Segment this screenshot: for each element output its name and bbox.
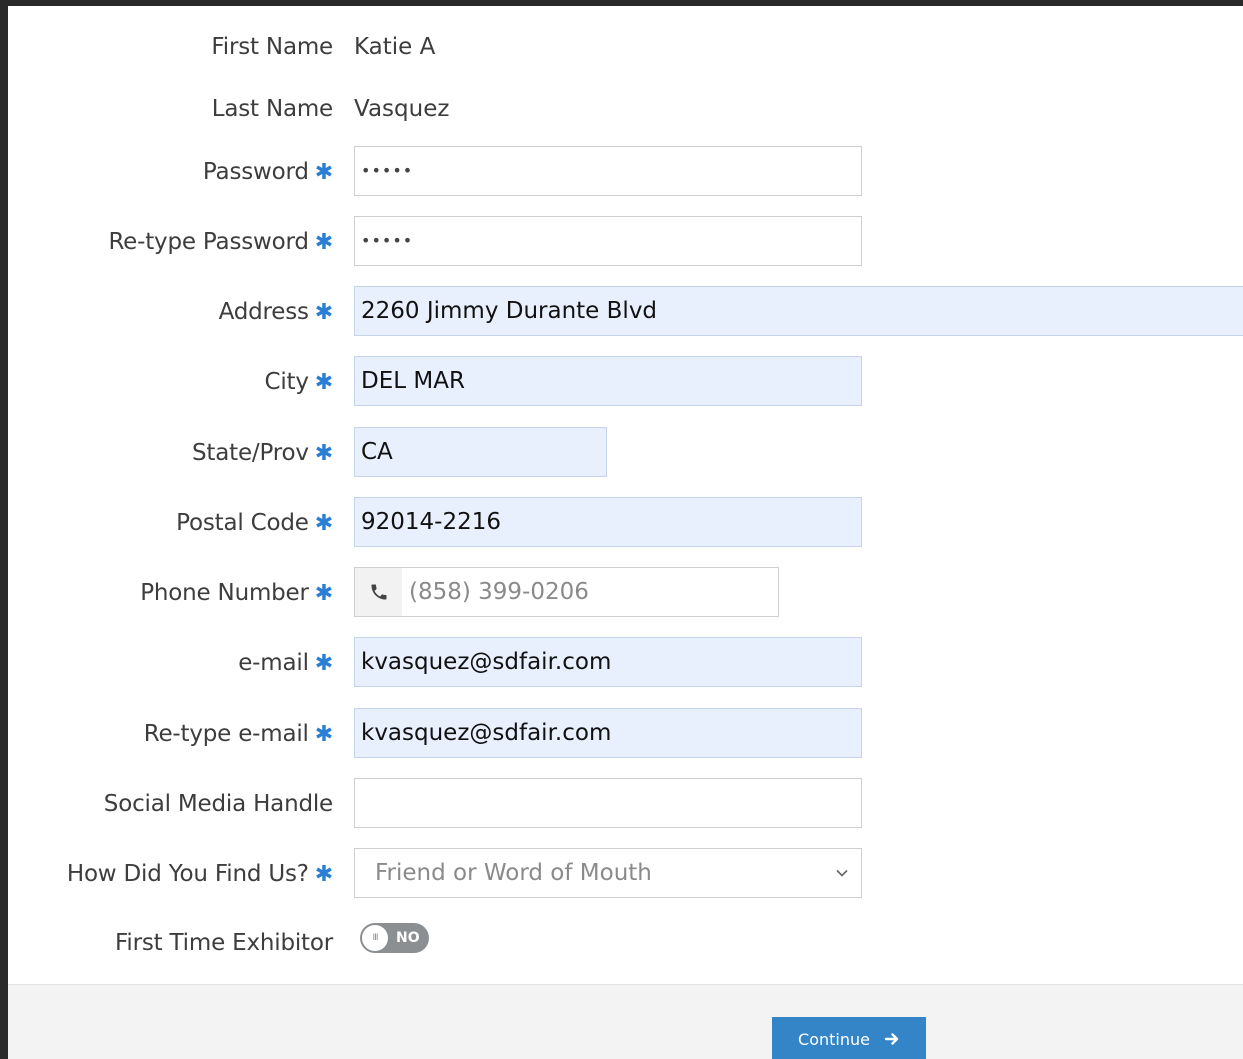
registration-form: First Name Katie A Last Name Vasquez Pas…: [8, 6, 1243, 1059]
row-find-us: How Did You Find Us? ✱ Friend or Word of …: [8, 848, 1243, 900]
required-icon: ✱: [314, 722, 333, 747]
find-us-label: How Did You Find Us? ✱: [66, 861, 333, 887]
city-label: City ✱: [264, 369, 333, 395]
retype-password-label: Re-type Password ✱: [108, 229, 333, 255]
state-label: State/Prov ✱: [192, 440, 333, 466]
required-icon: ✱: [314, 230, 333, 255]
address-input[interactable]: 2260 Jimmy Durante Blvd: [354, 286, 1243, 336]
social-input[interactable]: [354, 778, 862, 828]
required-icon: ✱: [314, 160, 333, 185]
phone-addon: [354, 567, 403, 617]
find-us-select[interactable]: Friend or Word of Mouth: [354, 848, 862, 898]
toggle-knob: III: [362, 925, 388, 951]
row-city: City ✱ DEL MAR: [8, 356, 1243, 408]
phone-label: Phone Number ✱: [140, 580, 333, 606]
required-icon: ✱: [314, 300, 333, 325]
postal-code-input[interactable]: 92014-2216: [354, 497, 862, 547]
retype-email-label: Re-type e-mail ✱: [143, 721, 333, 747]
required-icon: ✱: [314, 441, 333, 466]
find-us-selected: Friend or Word of Mouth: [375, 860, 652, 886]
first-time-label: First Time Exhibitor: [115, 930, 333, 956]
row-email: e-mail ✱ kvasquez@sdfair.com: [8, 637, 1243, 689]
last-name-label: Last Name: [211, 96, 333, 122]
continue-button[interactable]: Continue: [772, 1017, 926, 1059]
row-social: Social Media Handle: [8, 778, 1243, 830]
state-input[interactable]: CA: [354, 427, 607, 477]
row-retype-password: Re-type Password ✱ •••••: [8, 216, 1243, 268]
social-label: Social Media Handle: [103, 791, 333, 817]
toggle-state-text: NO: [396, 930, 420, 946]
required-icon: ✱: [314, 862, 333, 887]
city-input[interactable]: DEL MAR: [354, 356, 862, 406]
postal-code-label: Postal Code ✱: [176, 510, 333, 536]
row-postal-code: Postal Code ✱ 92014-2216: [8, 497, 1243, 549]
row-retype-email: Re-type e-mail ✱ kvasquez@sdfair.com: [8, 708, 1243, 760]
row-last-name: Last Name Vasquez: [8, 94, 1243, 124]
continue-label: Continue: [798, 1029, 870, 1049]
required-icon: ✱: [314, 651, 333, 676]
retype-email-input[interactable]: kvasquez@sdfair.com: [354, 708, 862, 758]
email-label: e-mail ✱: [238, 650, 333, 676]
first-name-label: First Name: [211, 34, 333, 60]
row-state: State/Prov ✱ CA: [8, 427, 1243, 479]
form-footer: Continue: [8, 984, 1243, 1059]
address-label: Address ✱: [218, 299, 334, 325]
row-address: Address ✱ 2260 Jimmy Durante Blvd: [8, 286, 1243, 338]
phone-icon: [371, 584, 386, 600]
first-time-toggle[interactable]: III NO: [360, 923, 429, 953]
row-first-time: First Time Exhibitor III NO: [8, 923, 1243, 956]
required-icon: ✱: [314, 511, 333, 536]
last-name-value: Vasquez: [354, 96, 450, 122]
row-first-name: First Name Katie A: [8, 32, 1243, 62]
row-password: Password ✱ •••••: [8, 146, 1243, 198]
row-phone: Phone Number ✱ (858) 399-0206: [8, 567, 1243, 619]
password-input[interactable]: •••••: [354, 146, 862, 196]
first-name-value: Katie A: [354, 34, 436, 60]
phone-input[interactable]: (858) 399-0206: [402, 567, 779, 617]
password-label: Password ✱: [202, 159, 333, 185]
required-icon: ✱: [314, 581, 333, 606]
email-input[interactable]: kvasquez@sdfair.com: [354, 637, 862, 687]
retype-password-input[interactable]: •••••: [354, 216, 862, 266]
chevron-down-icon: [836, 869, 848, 877]
required-icon: ✱: [314, 370, 333, 395]
arrow-right-icon: [884, 1033, 899, 1045]
